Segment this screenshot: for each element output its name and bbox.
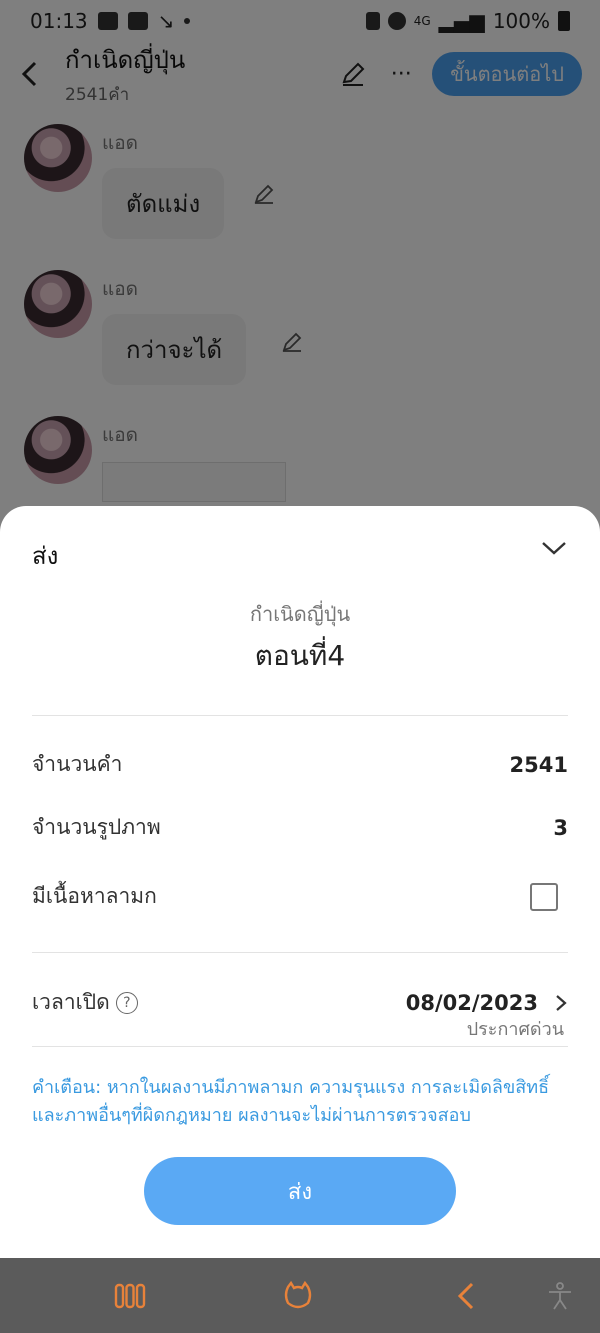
story-name: กำเนิดญี่ปุ่น: [249, 602, 351, 626]
home-button[interactable]: [278, 1276, 318, 1316]
accessibility-icon: [549, 1282, 571, 1310]
image-count-row: จำนวนรูปภาพ 3: [32, 811, 568, 844]
divider: [32, 715, 568, 716]
open-time-value: 08/02/2023: [405, 990, 538, 1015]
chevron-down-icon: [542, 542, 566, 555]
send-bottom-sheet: ส่ง กำเนิดญี่ปุ่น ตอนที่4 จำนวนคำ 2541 จ…: [0, 506, 600, 1258]
recent-apps-button[interactable]: [110, 1276, 150, 1316]
word-count-value: 2541: [509, 752, 568, 777]
back-nav-icon: [457, 1282, 474, 1310]
episode-title: ตอนที่4: [254, 639, 346, 672]
chevron-right-icon: [556, 994, 567, 1011]
system-nav-bar: [0, 1258, 600, 1333]
word-count-label: จำนวนคำ: [32, 752, 123, 776]
back-nav-button[interactable]: [446, 1276, 486, 1316]
adult-content-label: มีเนื้อหาลามก: [32, 884, 157, 908]
send-button[interactable]: ส่ง: [144, 1157, 456, 1225]
open-time-note: ประกาศด่วน: [466, 1019, 564, 1040]
recent-apps-icon: [114, 1283, 146, 1309]
adult-content-row: มีเนื้อหาลามก: [32, 880, 568, 913]
image-count-value: 3: [553, 815, 568, 840]
adult-content-checkbox[interactable]: [530, 882, 558, 911]
help-icon[interactable]: ?: [115, 991, 138, 1014]
open-time-label: เวลาเปิด: [32, 990, 110, 1014]
word-count-row: จำนวนคำ 2541: [32, 748, 568, 781]
image-count-label: จำนวนรูปภาพ: [32, 815, 161, 839]
accessibility-button[interactable]: [540, 1276, 580, 1316]
content-warning: คำเตือน: หากในผลงานมีภาพลามก ความรุนแรง …: [32, 1077, 550, 1126]
sheet-title: ส่ง: [32, 542, 59, 570]
divider: [32, 952, 568, 953]
home-icon: [284, 1281, 312, 1309]
collapse-sheet-button[interactable]: [536, 530, 572, 566]
divider: [32, 1046, 568, 1047]
